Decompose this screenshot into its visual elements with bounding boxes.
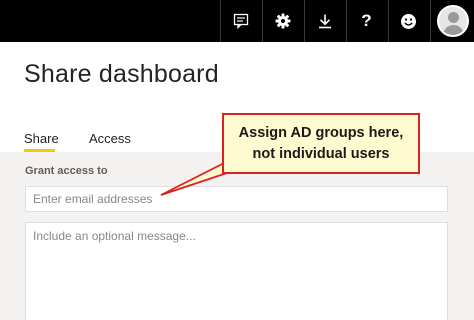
user-account-button[interactable] — [430, 0, 474, 42]
settings-button[interactable] — [262, 0, 302, 42]
help-question-icon: ? — [361, 11, 372, 30]
tab-share-label: Share — [24, 131, 59, 146]
page-title: Share dashboard — [24, 60, 219, 88]
optional-message-input[interactable] — [25, 222, 448, 320]
settings-gear-icon — [275, 13, 290, 29]
callout-line-2: not individual users — [252, 145, 390, 162]
avatar-head-shape — [447, 12, 459, 23]
download-icon — [318, 14, 331, 29]
feedback-button[interactable] — [220, 0, 260, 42]
callout-line-1: Assign AD groups here, — [238, 124, 404, 141]
top-navigation-bar: ? — [0, 0, 474, 42]
smiley-feedback-icon — [401, 13, 416, 29]
tab-access[interactable]: Access — [89, 131, 131, 146]
active-tab-indicator — [24, 149, 55, 152]
email-addresses-input[interactable] — [25, 186, 448, 212]
annotation-callout: Assign AD groups here, not individual us… — [222, 113, 420, 174]
avatar-body-shape — [442, 25, 464, 35]
tab-share[interactable]: Share — [24, 131, 59, 152]
download-button[interactable] — [304, 0, 344, 42]
send-feedback-smile-button[interactable] — [388, 0, 428, 42]
user-avatar — [436, 5, 469, 37]
grant-access-label: Grant access to — [25, 165, 108, 177]
feedback-icon — [233, 13, 248, 29]
tab-access-label: Access — [89, 131, 131, 146]
help-button[interactable]: ? — [346, 0, 386, 42]
